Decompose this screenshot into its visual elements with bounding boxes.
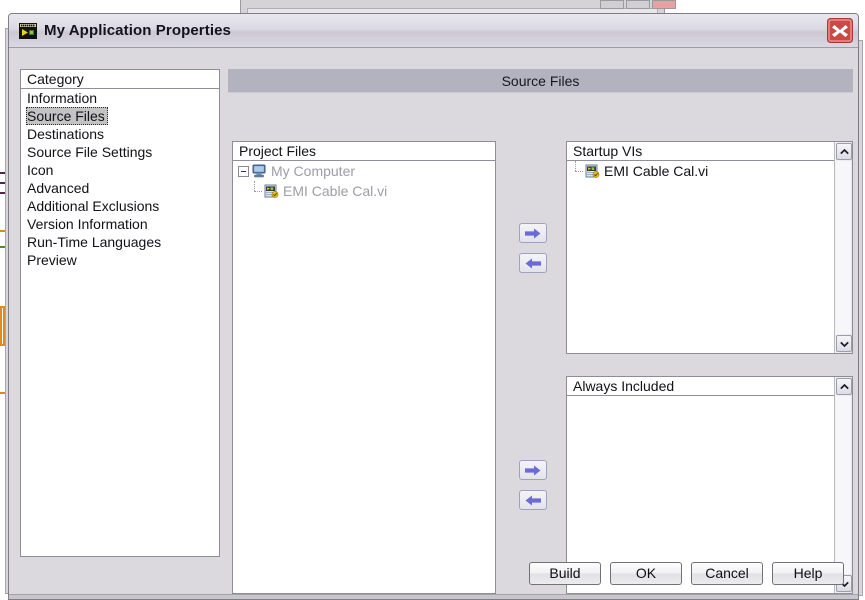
collapse-expander-icon[interactable] — [238, 165, 249, 177]
sidebar-item-preview[interactable]: Preview — [21, 251, 219, 269]
background-marker — [0, 246, 5, 248]
scroll-track[interactable] — [836, 161, 851, 334]
close-icon[interactable] — [827, 18, 853, 43]
category-list[interactable]: Category Information Source Files Destin… — [20, 69, 220, 557]
dialog-body: Category Information Source Files Destin… — [9, 48, 858, 599]
vi-file-icon — [264, 184, 279, 198]
startup-vis-item-label: EMI Cable Cal.vi — [604, 163, 709, 179]
sidebar-item-source-files[interactable]: Source Files — [26, 107, 108, 125]
page-title: Source Files — [228, 69, 853, 93]
always-included-header: Always Included — [567, 377, 834, 396]
tree-item-my-computer[interactable]: My Computer — [233, 161, 495, 181]
category-list-header: Category — [21, 70, 219, 89]
arrow-right-icon — [525, 465, 541, 475]
project-files-header: Project Files — [233, 142, 495, 161]
background-window-maximize-button — [626, 0, 650, 9]
tree-connector-icon — [572, 161, 585, 181]
scroll-track[interactable] — [836, 396, 851, 574]
background-marker — [0, 172, 5, 174]
arrow-left-icon — [525, 495, 541, 505]
chevron-down-icon — [839, 341, 849, 347]
startup-vis-header: Startup VIs — [567, 142, 834, 161]
sidebar-item-destinations[interactable]: Destinations — [21, 125, 219, 143]
background-window-close-button — [652, 0, 676, 9]
scroll-up-button[interactable] — [836, 143, 852, 160]
dialog-title: My Application Properties — [44, 22, 231, 39]
chevron-up-icon — [839, 383, 849, 389]
help-button[interactable]: Help — [772, 562, 844, 585]
cancel-button[interactable]: Cancel — [691, 562, 763, 585]
build-button[interactable]: Build — [529, 562, 601, 585]
dialog-bottom-edge — [9, 594, 858, 599]
labview-vi-icon — [19, 22, 37, 39]
add-to-always-included-button[interactable] — [519, 460, 547, 480]
arrow-right-icon — [525, 228, 541, 238]
tree-connector-icon — [251, 181, 264, 201]
add-to-startup-vis-button[interactable] — [519, 223, 547, 243]
background-marker — [0, 230, 5, 232]
startup-vis-list[interactable]: Startup VIs EMI Cable Cal.vi — [566, 141, 853, 354]
application-properties-dialog: My Application Properties Category Infor… — [8, 13, 859, 600]
startup-vis-item[interactable]: EMI Cable Cal.vi — [567, 161, 852, 181]
tree-item-emi-cable-cal[interactable]: EMI Cable Cal.vi — [233, 181, 495, 201]
dialog-titlebar[interactable]: My Application Properties — [9, 14, 858, 48]
sidebar-item-version-information[interactable]: Version Information — [21, 215, 219, 233]
sidebar-item-additional-exclusions[interactable]: Additional Exclusions — [21, 197, 219, 215]
background-marker — [0, 392, 5, 394]
sidebar-item-run-time-languages[interactable]: Run-Time Languages — [21, 233, 219, 251]
arrow-left-icon — [525, 258, 541, 268]
ok-button[interactable]: OK — [610, 562, 682, 585]
scroll-up-button[interactable] — [836, 378, 852, 395]
background-window-minimize-button — [600, 0, 624, 9]
sidebar-item-advanced[interactable]: Advanced — [21, 179, 219, 197]
tree-item-emi-cable-cal-label: EMI Cable Cal.vi — [283, 183, 388, 199]
dialog-button-bar: Build OK Cancel Help — [529, 562, 844, 585]
sidebar-item-icon[interactable]: Icon — [21, 161, 219, 179]
computer-icon — [252, 164, 266, 178]
sidebar-item-source-files-row[interactable]: Source Files — [21, 107, 219, 125]
background-marker — [0, 192, 5, 194]
vi-file-icon — [585, 164, 600, 178]
scroll-down-button[interactable] — [836, 335, 852, 352]
sidebar-item-information[interactable]: Information — [21, 89, 219, 107]
tree-item-my-computer-label: My Computer — [271, 163, 356, 179]
chevron-up-icon — [839, 148, 849, 154]
always-included-scrollbar[interactable] — [834, 377, 852, 593]
remove-from-startup-vis-button[interactable] — [519, 253, 547, 273]
sidebar-item-source-file-settings[interactable]: Source File Settings — [21, 143, 219, 161]
startup-vis-scrollbar[interactable] — [834, 142, 852, 353]
remove-from-always-included-button[interactable] — [519, 490, 547, 510]
project-files-list[interactable]: Project Files My Computer EMI Cable Cal.… — [232, 141, 496, 594]
background-highlight-box — [0, 306, 5, 346]
background-marker — [0, 182, 5, 184]
